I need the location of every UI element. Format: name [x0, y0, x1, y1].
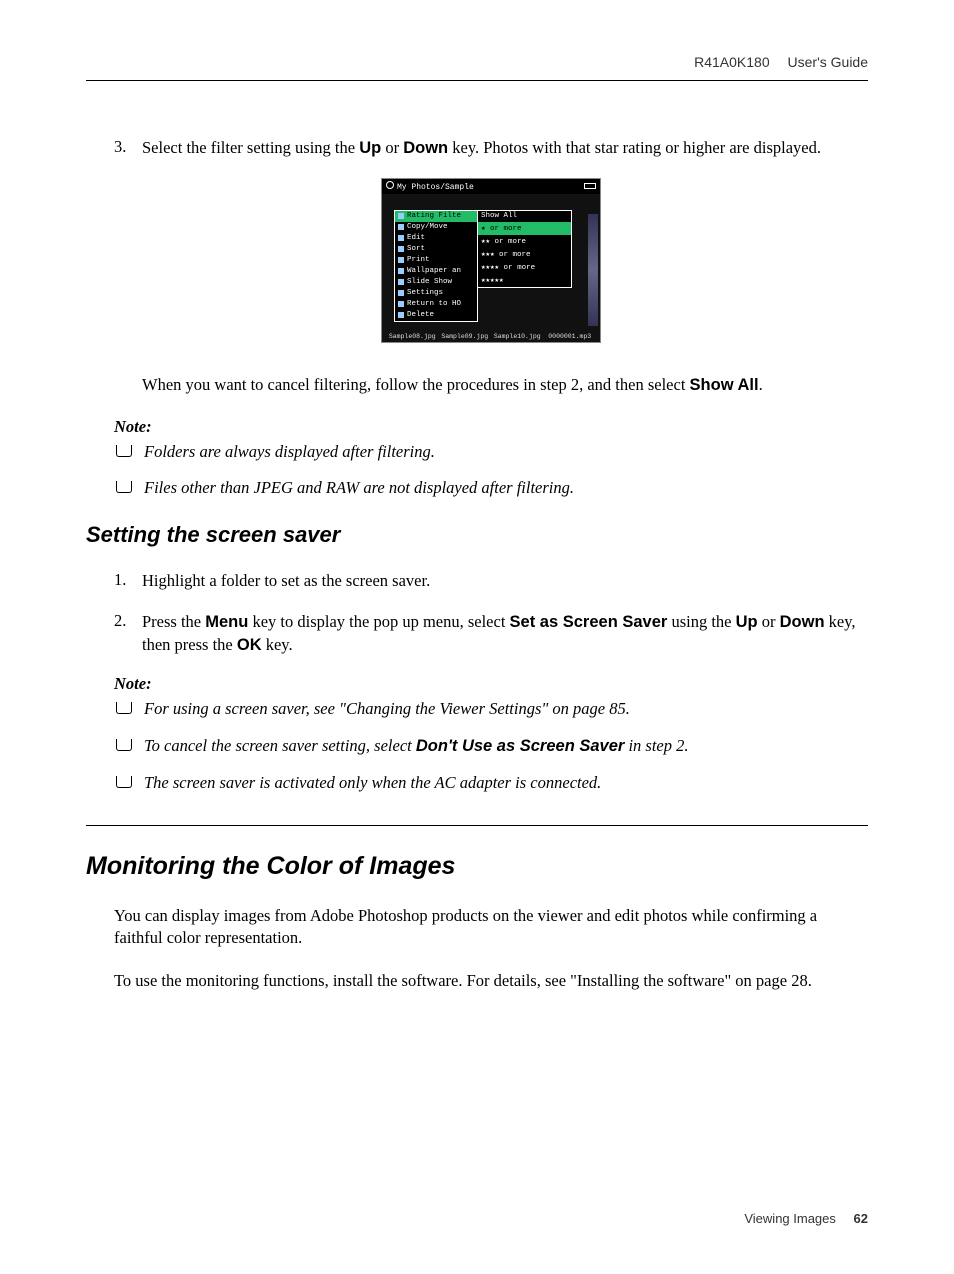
right-menu: Show All★ or more★★ or more★★★ or more★★…	[478, 210, 572, 288]
thumbnail-label: Sample09.jpg	[439, 333, 492, 340]
header-doc-title: User's Guide	[788, 54, 868, 70]
note-item: Folders are always displayed after filte…	[114, 441, 868, 464]
thumbnail-label: 0000001.mp3	[544, 333, 597, 340]
monitor-paragraph-1: You can display images from Adobe Photos…	[114, 905, 868, 951]
screensaver-step-1: 1. Highlight a folder to set as the scre…	[114, 570, 868, 593]
menu-icon	[398, 224, 404, 230]
menu-item: Print	[395, 255, 477, 266]
thumbnail-filenames: Sample08.jpgSample09.jpgSample10.jpg0000…	[382, 333, 600, 340]
thumbnail-strip	[588, 214, 598, 326]
menu-icon	[398, 257, 404, 263]
thumbnail-label: Sample08.jpg	[386, 333, 439, 340]
note-item: The screen saver is activated only when …	[114, 772, 868, 795]
key-up: Up	[736, 613, 758, 631]
text: When you want to cancel filtering, follo…	[142, 375, 690, 394]
menu-label: Wallpaper an	[407, 267, 461, 275]
text: .	[759, 375, 763, 394]
key-ok: OK	[237, 636, 262, 654]
note-item: Files other than JPEG and RAW are not di…	[114, 477, 868, 500]
key-down: Down	[403, 139, 448, 157]
submenu-item: ★★★★ or more	[478, 261, 571, 274]
text: For using a screen saver, see "Changing …	[144, 699, 630, 718]
menu-label: Print	[407, 256, 430, 264]
text: key.	[262, 635, 293, 654]
device-screenshot: My Photos/Sample Rating Filte Copy/Move Ed…	[381, 178, 601, 343]
submenu-item: ★★★★★	[478, 274, 571, 287]
text: To cancel the screen saver setting, sele…	[144, 736, 416, 755]
menu-item: Edit	[395, 233, 477, 244]
menu-label: Edit	[407, 234, 425, 242]
note-item: For using a screen saver, see "Changing …	[114, 698, 868, 721]
menu-icon	[398, 290, 404, 296]
submenu-item: ★★ or more	[478, 235, 571, 248]
submenu-item: Show All	[478, 211, 571, 222]
note-block-2: Note: For using a screen saver, see "Cha…	[114, 674, 868, 794]
text: key to display the pop up menu, select	[248, 612, 509, 631]
menu-label: Rating Filte	[407, 212, 461, 220]
menu-icon	[398, 312, 404, 318]
key-up: Up	[359, 139, 381, 157]
footer-section: Viewing Images	[744, 1211, 836, 1226]
step-3: 3. Select the filter setting using the U…	[114, 137, 868, 160]
key-down: Down	[780, 613, 825, 631]
menu-icon	[398, 235, 404, 241]
step-body: Press the Menu key to display the pop up…	[142, 611, 868, 657]
menu-label: Settings	[407, 289, 443, 297]
menu-item: Slide Show	[395, 277, 477, 288]
menu-item: Delete	[395, 310, 477, 321]
page-footer: Viewing Images 62	[86, 1211, 868, 1226]
menu-label: Copy/Move	[407, 223, 448, 231]
menu-item: Sort	[395, 244, 477, 255]
menu-label: Return to HO	[407, 300, 461, 308]
battery-icon	[584, 183, 596, 189]
menu-label: Delete	[407, 311, 434, 319]
monitor-paragraph-2: To use the monitoring functions, install…	[114, 970, 868, 993]
menu-icon	[398, 213, 404, 219]
menu-icon	[398, 279, 404, 285]
screensaver-step-2: 2. Press the Menu key to display the pop…	[114, 611, 868, 657]
text: Select the filter setting using the	[142, 138, 359, 157]
step-number: 2.	[114, 611, 142, 657]
text: key. Photos with that star rating or hig…	[448, 138, 821, 157]
step-body: Highlight a folder to set as the screen …	[142, 570, 868, 593]
page-header: R41A0K180 User's Guide	[86, 54, 868, 81]
menu-icon	[398, 301, 404, 307]
screenshot-title: My Photos/Sample	[397, 183, 474, 192]
text: The screen saver is activated only when …	[144, 773, 601, 792]
submenu-item: ★ or more	[478, 222, 571, 235]
text: in step 2.	[624, 736, 688, 755]
step-number: 3.	[114, 137, 142, 160]
show-all-label: Show All	[690, 376, 759, 394]
step-body: Select the filter setting using the Up o…	[142, 137, 868, 160]
label-set-as-screensaver: Set as Screen Saver	[510, 613, 668, 631]
note-heading: Note:	[114, 417, 868, 437]
menu-label: Sort	[407, 245, 425, 253]
note-heading: Note:	[114, 674, 868, 694]
menu-item: Settings	[395, 288, 477, 299]
menu-icon	[398, 246, 404, 252]
key-menu: Menu	[205, 613, 248, 631]
label-dont-use-screensaver: Don't Use as Screen Saver	[416, 737, 624, 755]
heading-monitoring-color: Monitoring the Color of Images	[86, 825, 868, 881]
cancel-filter-paragraph: When you want to cancel filtering, follo…	[142, 374, 868, 397]
text: using the	[667, 612, 735, 631]
note-item: To cancel the screen saver setting, sele…	[114, 735, 868, 758]
menu-item: Copy/Move	[395, 222, 477, 233]
footer-page-number: 62	[854, 1211, 868, 1226]
thumbnail-label: Sample10.jpg	[491, 333, 544, 340]
menu-item: Return to HO	[395, 299, 477, 310]
heading-screen-saver: Setting the screen saver	[86, 522, 868, 548]
left-menu: Rating Filte Copy/Move Edit Sort Print Wallpa…	[394, 210, 478, 322]
menu-icon	[398, 268, 404, 274]
submenu-item: ★★★ or more	[478, 248, 571, 261]
menu-item: Rating Filte	[395, 211, 477, 222]
step-number: 1.	[114, 570, 142, 593]
text: or	[381, 138, 403, 157]
header-model: R41A0K180	[694, 54, 770, 70]
note-block-1: Note: Folders are always displayed after…	[114, 417, 868, 501]
menu-label: Slide Show	[407, 278, 452, 286]
menu-item: Wallpaper an	[395, 266, 477, 277]
text: Press the	[142, 612, 205, 631]
text: or	[758, 612, 780, 631]
